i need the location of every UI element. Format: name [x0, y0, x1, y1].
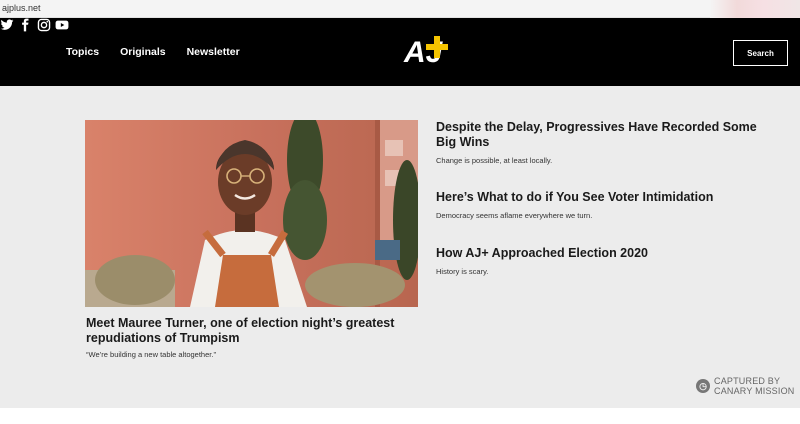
nav-newsletter[interactable]: Newsletter: [187, 46, 240, 58]
page-footer-strip: [0, 408, 800, 424]
browser-address-bar: ajplus.net: [0, 0, 800, 18]
article-item: Here’s What to do if You See Voter Intim…: [436, 190, 766, 220]
watermark-text: CAPTURED BY CANARY MISSION: [714, 376, 795, 396]
main-nav: Topics Originals Newsletter: [66, 18, 240, 86]
feature-subtitle: “We’re building a new table altogether.”: [86, 350, 216, 359]
facebook-icon[interactable]: [18, 18, 36, 36]
article-subtitle: History is scary.: [436, 267, 489, 276]
search-button[interactable]: Search: [733, 40, 788, 66]
feature-title[interactable]: Meet Mauree Turner, one of election nigh…: [86, 316, 416, 346]
clock-icon: ◷: [696, 379, 710, 393]
article-title[interactable]: Here’s What to do if You See Voter Intim…: [436, 190, 766, 205]
nav-originals[interactable]: Originals: [120, 46, 166, 58]
ajplus-logo[interactable]: AJ: [402, 30, 454, 76]
watermark-line-1: CAPTURED BY: [714, 376, 781, 386]
nav-topics[interactable]: Topics: [66, 46, 99, 58]
article-subtitle: Change is possible, at least locally.: [436, 156, 553, 165]
article-item: Despite the Delay, Progressives Have Rec…: [436, 120, 766, 165]
site-header: Topics Originals Newsletter AJ Search: [0, 18, 800, 86]
canary-mission-watermark: ◷ CAPTURED BY CANARY MISSION: [696, 376, 795, 396]
instagram-icon[interactable]: [37, 18, 55, 36]
article-subtitle: Democracy seems aflame everywhere we tur…: [436, 211, 593, 220]
feature-image[interactable]: [85, 120, 418, 307]
twitter-icon[interactable]: [0, 19, 18, 36]
article-title[interactable]: How AJ+ Approached Election 2020: [436, 246, 766, 261]
article-title[interactable]: Despite the Delay, Progressives Have Rec…: [436, 120, 766, 150]
watermark-line-2: CANARY MISSION: [714, 386, 795, 396]
article-item: How AJ+ Approached Election 2020 History…: [436, 246, 766, 276]
url-text[interactable]: ajplus.net: [2, 3, 41, 13]
browser-toolbar-blur: [710, 0, 800, 18]
